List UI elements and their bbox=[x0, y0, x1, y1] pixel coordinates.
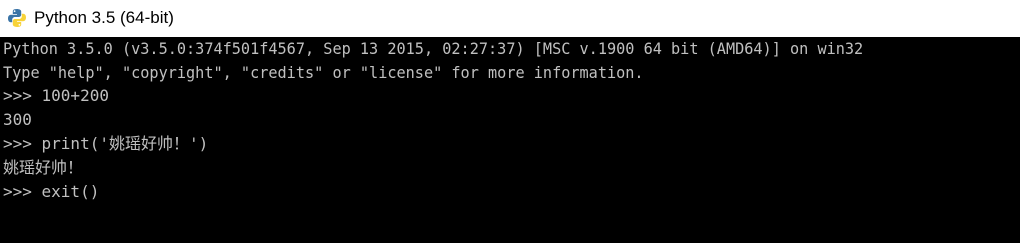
window-title: Python 3.5 (64-bit) bbox=[34, 8, 174, 27]
console-line-output: 300 bbox=[3, 110, 32, 129]
console-line-output: 姚瑶好帅！ bbox=[3, 158, 84, 177]
console-line-input: >>> print('姚瑶好帅！') bbox=[3, 134, 209, 153]
console-output[interactable]: Python 3.5.0 (v3.5.0:374f501f4567, Sep 1… bbox=[0, 37, 1020, 243]
python-console-window: Python 3.5 (64-bit) Python 3.5.0 (v3.5.0… bbox=[0, 0, 1020, 243]
console-line-input: >>> 100+200 bbox=[3, 86, 109, 105]
title-bar[interactable]: Python 3.5 (64-bit) bbox=[0, 0, 1020, 37]
console-line-banner: Python 3.5.0 (v3.5.0:374f501f4567, Sep 1… bbox=[3, 39, 864, 58]
console-line-input: >>> exit() bbox=[3, 182, 100, 201]
console-line-info: Type "help", "copyright", "credits" or "… bbox=[3, 63, 644, 82]
python-icon bbox=[7, 8, 27, 28]
